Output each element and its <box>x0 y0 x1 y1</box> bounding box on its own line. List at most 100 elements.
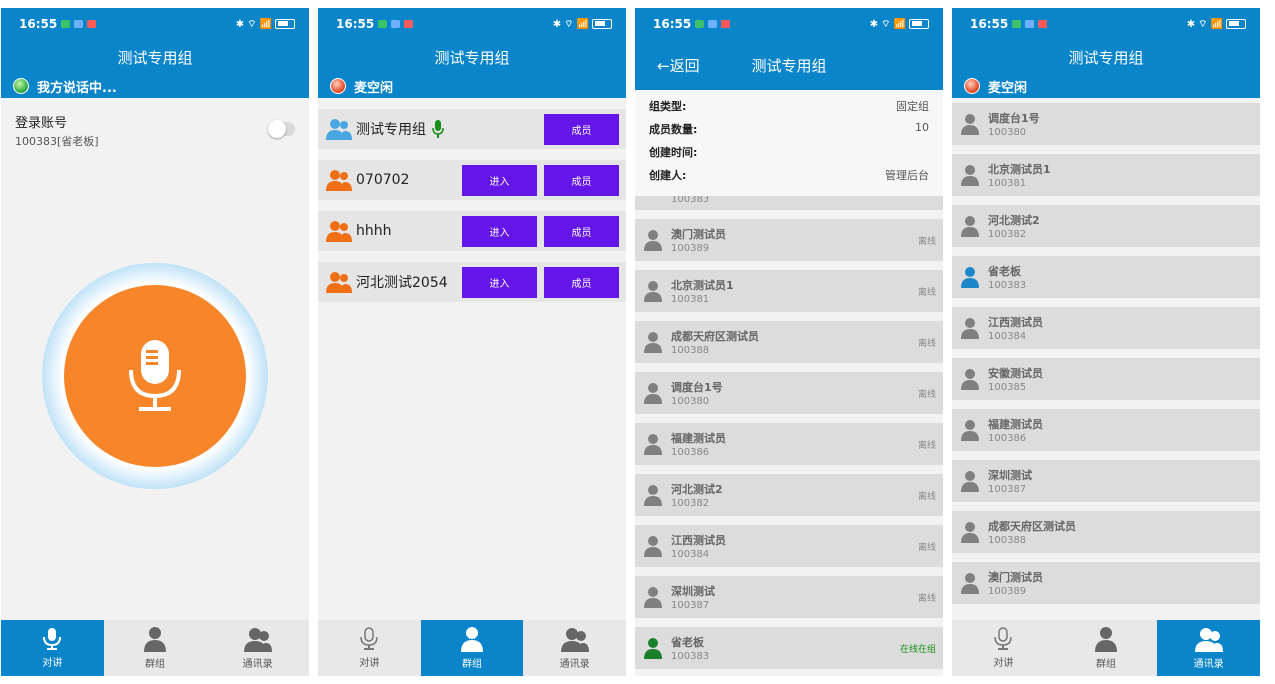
notification-icon <box>74 20 84 28</box>
nav-groups[interactable]: 群组 <box>1055 620 1158 676</box>
person-icon <box>961 471 979 492</box>
contact-row[interactable]: 江西测试员 100384 <box>952 307 1260 349</box>
status-bar: 16:55 ✱ ⌔ 📶 <box>952 8 1260 40</box>
login-toggle[interactable] <box>268 120 295 138</box>
notification-icon <box>695 20 705 28</box>
contact-id: 100387 <box>988 484 1027 495</box>
page-title: 测试专用组 <box>318 40 626 74</box>
group-row[interactable]: 河北测试2054 进入 成员 <box>318 262 626 302</box>
member-row[interactable]: 省老板 100383 在线在组 <box>635 627 943 669</box>
member-row[interactable]: 江西测试员 100384 离线 <box>635 525 943 567</box>
member-row[interactable]: 深圳测试 100387 离线 <box>635 576 943 618</box>
enter-button[interactable]: 进入 <box>462 267 537 298</box>
notification-icon <box>1012 20 1022 28</box>
nav-groups[interactable]: 群组 <box>420 620 524 676</box>
enter-button[interactable]: 进入 <box>462 216 537 247</box>
members-button[interactable]: 成员 <box>544 216 619 247</box>
member-status: 离线 <box>917 236 936 247</box>
contact-row[interactable]: 成都天府区测试员 100388 <box>952 511 1260 553</box>
talk-status-bar: 我方说话中... <box>1 74 309 98</box>
group-name: hhhh <box>356 223 392 239</box>
contact-row[interactable]: 安徽测试员 100385 <box>952 358 1260 400</box>
group-row[interactable]: 测试专用组 成员 <box>318 109 626 149</box>
active-mic-icon <box>432 120 444 138</box>
group-row[interactable]: hhhh 进入 成员 <box>318 211 626 251</box>
status-time: 16:55 <box>19 17 58 31</box>
contact-id: 100385 <box>988 382 1027 393</box>
phone-screen-contacts: 16:55 ✱ ⌔ 📶 测试专用组 麦空闲 调度台1号 100380 北京测试员1 100… <box>952 8 1260 676</box>
speaking-status: 我方说话中... <box>37 80 117 96</box>
mic-status: 麦空闲 <box>988 80 1028 96</box>
members-button[interactable]: 成员 <box>544 165 619 196</box>
mic-status-bar: 麦空闲 <box>952 74 1260 98</box>
nav-talk-label: 对讲 <box>359 658 380 669</box>
nav-contacts-label: 通讯录 <box>1193 659 1224 670</box>
member-row[interactable]: 河北测试2 100382 离线 <box>635 474 943 516</box>
notification-icon <box>378 20 388 28</box>
nav-contacts[interactable]: 通讯录 <box>1157 620 1260 676</box>
member-id: 100382 <box>671 498 710 509</box>
contact-row[interactable]: 河北测试2 100382 <box>952 205 1260 247</box>
contact-row[interactable]: 福建测试员 100386 <box>952 409 1260 451</box>
members-button[interactable]: 成员 <box>544 114 619 145</box>
member-id: 100388 <box>671 345 710 356</box>
contact-row[interactable]: 深圳测试 100387 <box>952 460 1260 502</box>
group-orange-icon <box>326 272 352 293</box>
nav-talk[interactable]: 对讲 <box>318 620 421 676</box>
member-id: 100386 <box>671 447 710 458</box>
nav-contacts-label: 通讯录 <box>559 659 590 670</box>
info-key: 创建时间: <box>649 146 698 159</box>
person-icon <box>961 573 979 594</box>
bottom-nav: 对讲 群组 通讯录 <box>952 620 1260 676</box>
push-to-talk-button[interactable] <box>64 285 246 467</box>
member-name: 调度台1号 <box>671 381 723 394</box>
member-row[interactable]: 调度台1号 100380 离线 <box>635 372 943 414</box>
contact-id: 100380 <box>988 127 1027 138</box>
notification-icon <box>391 20 401 28</box>
nav-groups-label: 群组 <box>1096 659 1116 670</box>
member-row[interactable]: 福建测试员 100386 离线 <box>635 423 943 465</box>
nav-contacts[interactable]: 通讯录 <box>206 620 309 676</box>
person-icon <box>961 216 979 237</box>
group-row[interactable]: 070702 进入 成员 <box>318 160 626 200</box>
contact-row[interactable]: 调度台1号 100380 <box>952 103 1260 145</box>
nav-talk[interactable]: 对讲 <box>1 620 104 676</box>
group-orange-icon <box>326 221 352 242</box>
member-row[interactable]: 北京测试员1 100381 离线 <box>635 270 943 312</box>
contact-row[interactable]: 澳门测试员 100389 <box>952 562 1260 604</box>
nav-contacts[interactable]: 通讯录 <box>523 620 626 676</box>
notification-icon <box>1025 20 1035 28</box>
system-icons: ✱ ⌔ 📶 <box>1187 18 1246 31</box>
detail-header: ←返回 测试专用组 <box>635 40 943 90</box>
person-icon <box>1095 627 1117 652</box>
info-key: 组类型: <box>649 100 687 113</box>
group-info: 组类型: 固定组 成员数量: 10 创建时间: 创建人: 管理后台 <box>635 90 943 196</box>
contact-row[interactable]: 北京测试员1 100381 <box>952 154 1260 196</box>
person-icon <box>961 522 979 543</box>
notification-icon <box>404 20 414 28</box>
members-button[interactable]: 成员 <box>544 267 619 298</box>
status-bar: 16:55 ✱ ⌔ 📶 <box>1 8 309 40</box>
login-label: 登录账号 <box>15 116 68 131</box>
nav-groups[interactable]: 群组 <box>104 620 207 676</box>
back-button[interactable]: ←返回 <box>657 55 700 76</box>
member-row[interactable]: 成都天府区测试员 100388 离线 <box>635 321 943 363</box>
member-name: 成都天府区测试员 <box>671 330 759 343</box>
contact-row[interactable]: 省老板 100383 <box>952 256 1260 298</box>
nav-talk[interactable]: 对讲 <box>952 620 1055 676</box>
bottom-nav: 对讲 群组 通讯录 <box>1 620 309 676</box>
member-list: 澳门测试员 100389 离线 北京测试员1 100381 离线 成都天府区测试员 10038… <box>635 219 943 669</box>
person-icon <box>961 420 979 441</box>
partial-member-row: 100383 <box>635 196 943 210</box>
enter-button[interactable]: 进入 <box>462 165 537 196</box>
member-row[interactable]: 澳门测试员 100389 离线 <box>635 219 943 261</box>
contact-name: 澳门测试员 <box>988 571 1043 584</box>
member-id: 100384 <box>671 549 710 560</box>
status-time: 16:55 <box>336 17 375 31</box>
notification-icon <box>1038 20 1048 28</box>
notification-icon <box>61 20 71 28</box>
microphone-icon <box>129 340 181 411</box>
person-icon <box>961 114 979 135</box>
contact-name: 河北测试2 <box>988 214 1040 227</box>
member-id: 100389 <box>671 243 710 254</box>
